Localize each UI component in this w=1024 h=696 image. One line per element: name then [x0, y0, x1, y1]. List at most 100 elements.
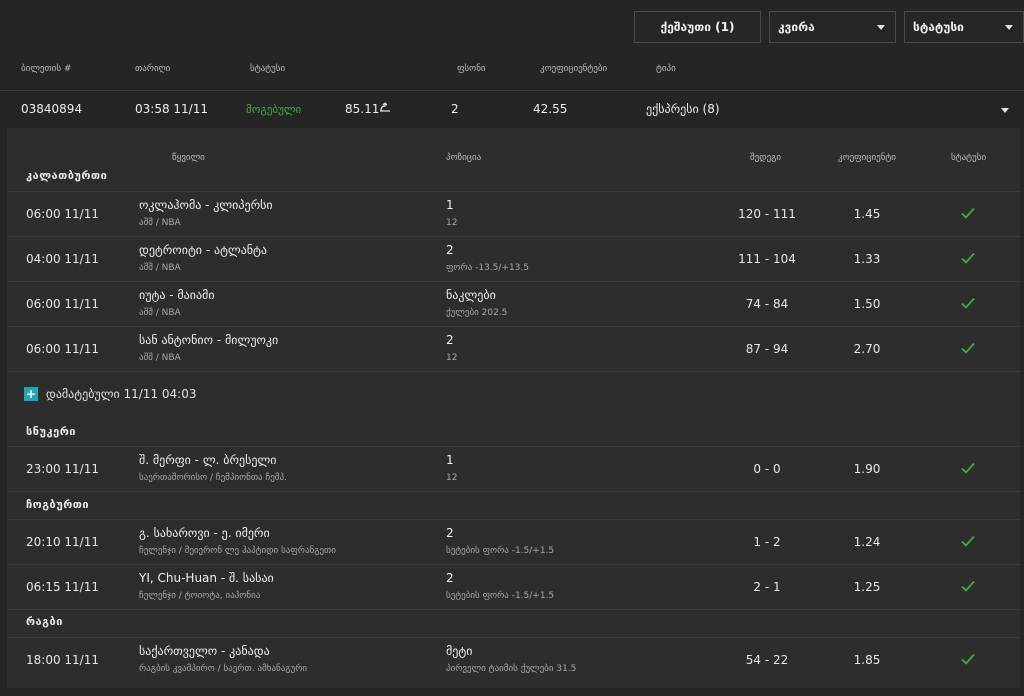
chevron-down-icon[interactable]	[1001, 108, 1009, 113]
selection-pick-detail: 12	[446, 218, 458, 228]
basket-button[interactable]: ქეშაუთი (1)	[634, 11, 761, 43]
selection-pick-detail: სეტების ფორა -1.5/+1.5	[446, 591, 555, 601]
detail-header-status: სტატუსი	[951, 153, 987, 163]
sport-heading-snooker: სნუკერი	[26, 425, 76, 438]
selection-time: 06:15 11/11	[26, 580, 99, 594]
selection-pick: მეტი	[446, 644, 473, 658]
ticket-bets-count: 2	[451, 102, 459, 116]
selection-odds: 1.50	[853, 297, 881, 311]
selection-pick: 1	[446, 453, 454, 467]
selection-odds: 1.33	[853, 252, 881, 266]
selection-league: ჩელენჯი / ტოიოტა, იაპონია	[139, 591, 261, 601]
check-icon	[961, 580, 975, 592]
ticket-id: 03840894	[21, 102, 83, 116]
detail-header-position: პოზიცია	[446, 153, 482, 163]
sport-heading-table-tennis: ჩოგბურთი	[26, 498, 90, 511]
selection-pick: 2	[446, 333, 454, 347]
selection-pick-detail: 12	[446, 353, 458, 363]
ticket-odds: 42.55	[533, 102, 568, 116]
selection-pick-detail: სეტების ფორა -1.5/+1.5	[446, 546, 555, 556]
selection-row: 23:00 11/11 შ. მერფი - ლ. ბრესელი საერთა…	[7, 446, 1020, 492]
selection-score: 74 - 84	[745, 297, 789, 311]
selection-match: შ. მერფი - ლ. ბრესელი	[139, 453, 277, 467]
selection-league: აშშ / NBA	[139, 218, 181, 228]
selection-odds: 1.85	[853, 653, 881, 667]
added-later-label: დამატებული 11/11 04:03	[46, 387, 197, 401]
selection-pick-detail: 12	[446, 473, 458, 483]
selection-row: 04:00 11/11 დეტროიტი - ატლანტა აშშ / NBA…	[7, 236, 1020, 281]
status-select[interactable]: სტატუსი	[904, 11, 1024, 43]
selection-time: 06:00 11/11	[26, 342, 99, 356]
ticket-row[interactable]: 03840894 03:58 11/11 მოგებული 85.11 2 42…	[0, 90, 1024, 129]
detail-header-odds: კოეფიციენტი	[838, 153, 896, 163]
selection-time: 23:00 11/11	[26, 462, 99, 476]
ticket-stake: 85.11	[345, 102, 380, 116]
selection-row: 20:10 11/11 გ. სახაროვი - ე. იმერი ჩელენ…	[7, 519, 1020, 564]
selection-time: 06:00 11/11	[26, 207, 99, 221]
header-stake: ფსონი	[457, 64, 486, 74]
check-icon	[961, 297, 975, 309]
ticket-date: 03:58 11/11	[135, 102, 208, 116]
selection-match: YI, Chu-Huan - შ. სასაი	[139, 571, 274, 585]
selection-league: აშშ / NBA	[139, 308, 181, 318]
check-icon	[961, 535, 975, 547]
selection-match: სან ანტონიო - მილუოკი	[139, 333, 279, 347]
ticket-type: ექსპრესი (8)	[646, 102, 720, 116]
header-type: ტიპი	[656, 64, 676, 74]
selection-time: 04:00 11/11	[26, 252, 99, 266]
selection-score: 120 - 111	[738, 207, 796, 221]
chevron-down-icon	[877, 25, 885, 30]
selection-time: 06:00 11/11	[26, 297, 99, 311]
selection-odds: 1.45	[853, 207, 881, 221]
selection-match: გ. სახაროვი - ე. იმერი	[139, 526, 270, 540]
selection-match: საქართველო - კანადა	[139, 644, 270, 658]
header-date: თარიღი	[135, 64, 171, 74]
selection-row: 06:00 11/11 ოკლაჰომა - კლიპერსი აშშ / NB…	[7, 191, 1020, 236]
selection-score: 111 - 104	[738, 252, 796, 266]
selection-league: ჩელენჯი / მეიერონ ლე ჰაპტიდი საფრანგეთი	[139, 546, 336, 556]
selection-pick: 2	[446, 571, 454, 585]
selection-row: 06:00 11/11 სან ანტონიო - მილუოკი აშშ / …	[7, 326, 1020, 372]
header-odds: კოეფიციენტები	[540, 64, 608, 74]
added-later-toggle[interactable]: + დამატებული 11/11 04:03	[24, 387, 196, 401]
selection-pick: 2	[446, 243, 454, 257]
check-icon	[961, 252, 975, 264]
selection-odds: 2.70	[853, 342, 881, 356]
selection-pick-detail: პირველი ტაიმის ქულები 31.5	[446, 664, 577, 674]
selection-match: იუტა - მაიამი	[139, 288, 215, 302]
selection-odds: 1.90	[853, 462, 881, 476]
selection-league: აშშ / NBA	[139, 353, 181, 363]
selection-odds: 1.24	[853, 535, 881, 549]
plus-icon: +	[24, 387, 38, 401]
header-status: სტატუსი	[250, 64, 286, 74]
check-icon	[961, 207, 975, 219]
check-icon	[961, 653, 975, 665]
status-select-label: სტატუსი	[913, 20, 964, 34]
selection-score: 54 - 22	[745, 653, 789, 667]
selection-score: 2 - 1	[753, 580, 781, 594]
selection-league: აშშ / NBA	[139, 263, 181, 273]
check-icon	[961, 342, 975, 354]
period-select[interactable]: კვირა	[769, 11, 896, 43]
header-ticket-id: ბილეთის #	[21, 64, 72, 74]
detail-header-score: შედეგი	[750, 153, 782, 163]
selection-score: 1 - 2	[753, 535, 781, 549]
selection-pick: ნაკლები	[446, 288, 496, 302]
detail-header-event: წყვილი	[172, 153, 205, 163]
selection-row: 18:00 11/11 საქართველო - კანადა რაგბის კ…	[7, 637, 1020, 682]
basket-button-label: ქეშაუთი (1)	[660, 20, 735, 34]
selection-pick: 1	[446, 198, 454, 212]
selection-score: 87 - 94	[745, 342, 789, 356]
sport-heading-rugby: რაგბი	[26, 615, 63, 628]
sport-heading-basketball: კალათბურთი	[26, 169, 108, 182]
selection-pick-detail: ფორა -13.5/+13.5	[446, 263, 529, 273]
selection-row: 06:15 11/11 YI, Chu-Huan - შ. სასაი ჩელე…	[7, 564, 1020, 610]
selection-league: რაგბის კვამპირო / საერთ. ამხანაგური	[139, 664, 308, 674]
selection-time: 20:10 11/11	[26, 535, 99, 549]
period-select-label: კვირა	[778, 20, 815, 34]
selection-odds: 1.25	[853, 580, 881, 594]
chevron-down-icon	[1005, 25, 1013, 30]
selection-pick-detail: ქულები 202.5	[446, 308, 508, 318]
selection-time: 18:00 11/11	[26, 653, 99, 667]
selection-match: ოკლაჰომა - კლიპერსი	[139, 198, 273, 212]
